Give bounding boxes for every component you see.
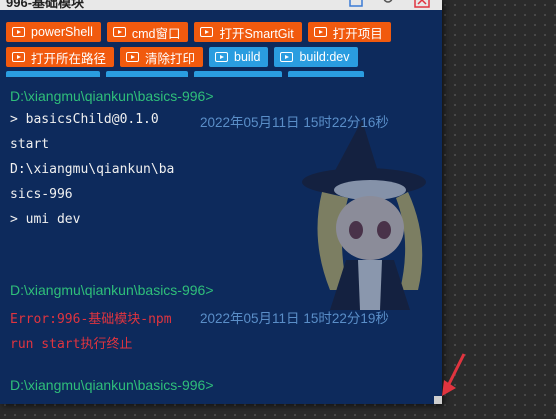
play-icon — [112, 27, 126, 37]
timestamp: 2022年05月11日 15时22分19秒 — [200, 311, 389, 326]
play-icon — [215, 52, 229, 62]
play-icon — [126, 52, 140, 62]
title-bar: 996-基础模块 — [0, 0, 442, 10]
quick-button-row-3 — [6, 71, 364, 77]
button-label: build — [234, 50, 261, 64]
play-icon — [200, 27, 214, 37]
play-icon — [12, 27, 25, 37]
clear-log-button[interactable]: 清除打印 — [120, 47, 204, 67]
error-line: Error:996-基础模块-npm — [10, 312, 172, 327]
command-line: > basicsChild@0.1.0 — [10, 112, 159, 127]
output-line: sics-996 — [10, 187, 73, 202]
open-path-button[interactable]: 打开所在路径 — [6, 47, 115, 67]
terminal-window: 996-基础模块 powerShell cmd窗口 打开SmartGit 打开项… — [0, 0, 442, 404]
play-icon — [280, 52, 294, 62]
button-label: 打开SmartGit — [219, 26, 294, 41]
hidden-button[interactable] — [194, 71, 282, 77]
build-dev-button[interactable]: build:dev — [274, 47, 358, 67]
cmd-window-button[interactable]: cmd窗口 — [106, 22, 189, 42]
close-icon[interactable] — [414, 0, 430, 11]
pin-icon[interactable] — [380, 0, 396, 11]
hidden-button[interactable] — [106, 71, 188, 77]
button-label: cmd窗口 — [131, 26, 181, 41]
edit-icon[interactable] — [348, 0, 364, 11]
build-button[interactable]: build — [209, 47, 269, 67]
powershell-button[interactable]: powerShell — [6, 22, 101, 42]
error-line: run start执行终止 — [10, 337, 133, 352]
button-label: powerShell — [31, 25, 93, 39]
button-label: 打开所在路径 — [31, 51, 107, 66]
quick-button-row-2: 打开所在路径 清除打印 build build:dev — [6, 47, 358, 67]
annotation-arrow-icon — [442, 353, 466, 396]
output-line: D:\xiangmu\qiankun\ba — [10, 162, 175, 177]
timestamp: 2022年05月11日 15时22分16秒 — [200, 115, 389, 130]
window-title: 996-基础模块 — [6, 0, 85, 10]
open-smartgit-button[interactable]: 打开SmartGit — [194, 22, 302, 42]
play-icon — [313, 27, 327, 37]
button-label: build:dev — [299, 50, 350, 64]
output-line: start — [10, 137, 50, 152]
open-project-button[interactable]: 打开项目 — [307, 22, 391, 42]
button-label: 清除打印 — [145, 51, 196, 66]
prompt-path: D:\xiangmu\qiankun\basics-996> — [10, 282, 214, 298]
prompt-path: D:\xiangmu\qiankun\basics-996> — [10, 88, 214, 104]
prompt-path: D:\xiangmu\qiankun\basics-996> — [10, 377, 214, 393]
command-line: > umi dev — [10, 212, 81, 227]
terminal-output[interactable]: D:\xiangmu\qiankun\basics-996> > basicsC… — [0, 78, 442, 404]
hidden-button[interactable] — [288, 71, 364, 77]
play-icon — [12, 52, 25, 62]
button-label: 打开项目 — [332, 26, 383, 41]
hidden-button[interactable] — [6, 71, 100, 77]
quick-button-row-1: powerShell cmd窗口 打开SmartGit 打开项目 — [6, 22, 391, 42]
